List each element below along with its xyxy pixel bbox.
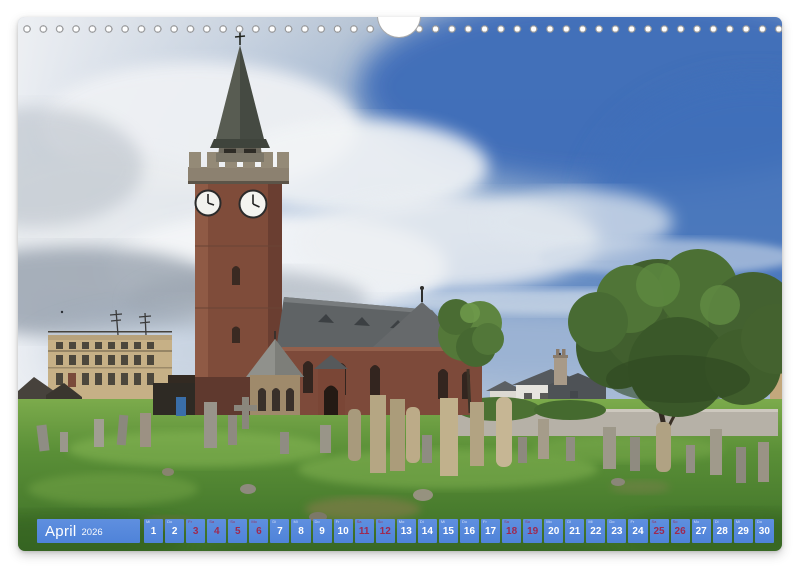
clock-left-face bbox=[196, 191, 221, 216]
blue-door bbox=[176, 397, 186, 416]
clock-front-face bbox=[240, 191, 267, 218]
calendar-day-cell: Mo20 bbox=[544, 519, 563, 543]
calendar-day-cell: So12 bbox=[376, 519, 395, 543]
calendar-day-cell: Mi15 bbox=[439, 519, 458, 543]
calendar-day-cell: Do23 bbox=[607, 519, 626, 543]
calendar-day-cell: Mo6 bbox=[249, 519, 268, 543]
calendar-day-cell: Do16 bbox=[460, 519, 479, 543]
calendar-day-cell: Sa11 bbox=[355, 519, 374, 543]
calendar-day-cell: Di21 bbox=[565, 519, 584, 543]
calendar-day-cell: Mo27 bbox=[692, 519, 711, 543]
calendar-day-cell: So5 bbox=[228, 519, 247, 543]
calendar-day-cell: Sa18 bbox=[502, 519, 521, 543]
calendar-day-cell: Fr24 bbox=[628, 519, 647, 543]
calendar-day-cell: So19 bbox=[523, 519, 542, 543]
calendar-day-cell: Do30 bbox=[755, 519, 774, 543]
calendar-day-cell: Mi22 bbox=[586, 519, 605, 543]
year-label: 2026 bbox=[82, 527, 103, 538]
calendar-day-cell: Di28 bbox=[713, 519, 732, 543]
calendar-day-strip: Mi1Do2Fr3Sa4So5Mo6Di7Mi8Do9Fr10Sa11So12M… bbox=[144, 519, 774, 543]
calendar-day-cell: Sa25 bbox=[650, 519, 669, 543]
calendar-day-cell: Fr10 bbox=[334, 519, 353, 543]
calendar-day-cell: Mi29 bbox=[734, 519, 753, 543]
calendar-day-cell: Fr17 bbox=[481, 519, 500, 543]
calendar-day-cell: Sa4 bbox=[207, 519, 226, 543]
calendar-day-cell: Fr3 bbox=[186, 519, 205, 543]
calendar-day-cell: Do2 bbox=[165, 519, 184, 543]
month-label-block: April 2026 bbox=[37, 519, 140, 543]
calendar-product-image: April 2026 Mi1Do2Fr3Sa4So5Mo6Di7Mi8Do9Fr… bbox=[0, 0, 800, 577]
calendar-strip: April 2026 Mi1Do2Fr3Sa4So5Mo6Di7Mi8Do9Fr… bbox=[18, 519, 782, 543]
calendar-day-cell: Do9 bbox=[313, 519, 332, 543]
calendar-day-cell: Mi1 bbox=[144, 519, 163, 543]
calendar-day-cell: Mi8 bbox=[291, 519, 310, 543]
calendar-day-cell: Mo13 bbox=[397, 519, 416, 543]
calendar-day-cell: Di14 bbox=[418, 519, 437, 543]
calendar-page: April 2026 Mi1Do2Fr3Sa4So5Mo6Di7Mi8Do9Fr… bbox=[18, 17, 782, 551]
calendar-day-cell: Di7 bbox=[270, 519, 289, 543]
month-label: April bbox=[45, 523, 77, 540]
calendar-day-cell: So26 bbox=[671, 519, 690, 543]
calendar-photo bbox=[18, 17, 782, 551]
